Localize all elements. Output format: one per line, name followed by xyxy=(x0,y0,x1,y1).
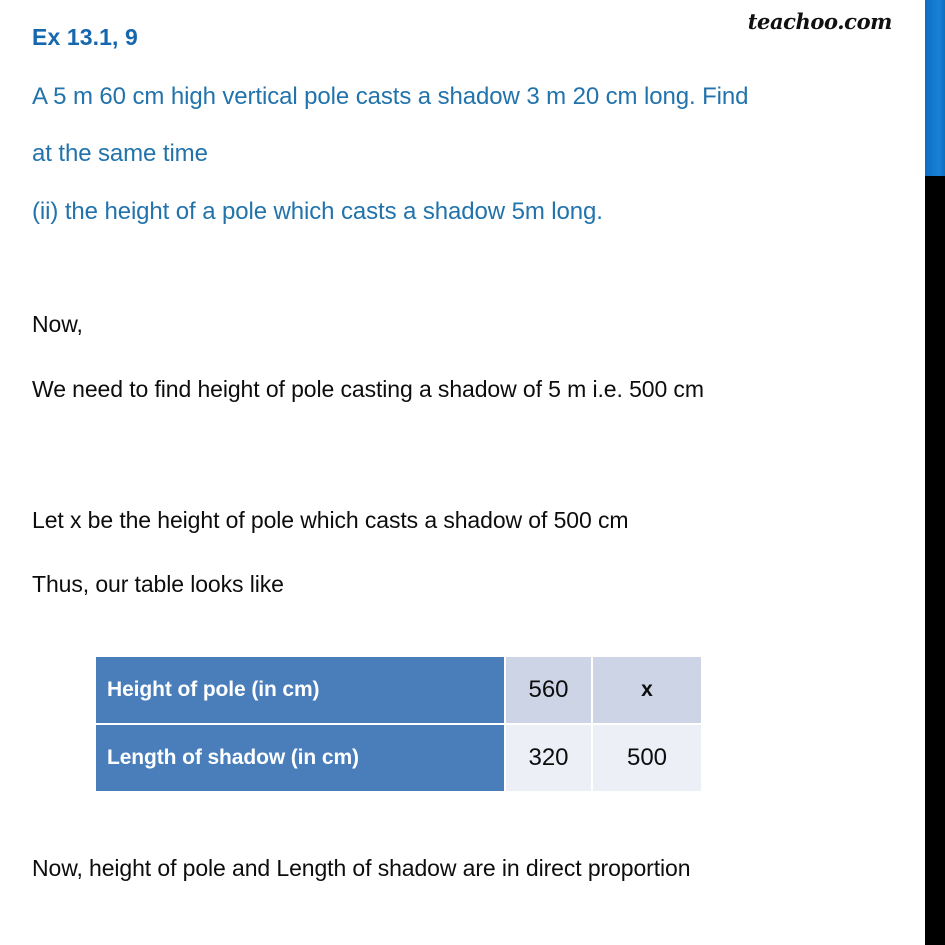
vertical-scrollbar-track[interactable] xyxy=(925,0,945,945)
question-line-2: at the same time xyxy=(32,140,208,167)
vertical-scrollbar-thumb[interactable] xyxy=(925,0,945,176)
solution-line-table-intro: Thus, our table looks like xyxy=(32,571,284,597)
table-cell-unknown: x xyxy=(591,657,701,725)
table-row: Height of pole (in cm) 560 x xyxy=(96,657,701,725)
teachoo-logo: teachoo.com xyxy=(747,9,893,34)
solution-line-direct-proportion: Now, height of pole and Length of shadow… xyxy=(32,855,691,881)
question-line-3: (ii) the height of a pole which casts a … xyxy=(32,198,603,225)
solution-line-now: Now, xyxy=(32,311,83,337)
solution-line-let-x: Let x be the height of pole which casts … xyxy=(32,507,629,533)
document-content: teachoo.com Ex 13.1, 9 A 5 m 60 cm high … xyxy=(0,0,920,945)
question-line-1: A 5 m 60 cm high vertical pole casts a s… xyxy=(32,83,749,110)
exercise-heading: Ex 13.1, 9 xyxy=(32,24,138,50)
table-cell-value: 320 xyxy=(504,725,591,791)
page-root: teachoo.com Ex 13.1, 9 A 5 m 60 cm high … xyxy=(0,0,945,945)
table-row-label: Length of shadow (in cm) xyxy=(96,725,504,791)
proportion-table: Height of pole (in cm) 560 x Length of s… xyxy=(96,657,701,791)
table-cell-value: 500 xyxy=(591,725,701,791)
table-cell-value: 560 xyxy=(504,657,591,725)
table-row-label: Height of pole (in cm) xyxy=(96,657,504,725)
table-row: Length of shadow (in cm) 320 500 xyxy=(96,725,701,791)
solution-line-need-to-find: We need to find height of pole casting a… xyxy=(32,376,704,402)
